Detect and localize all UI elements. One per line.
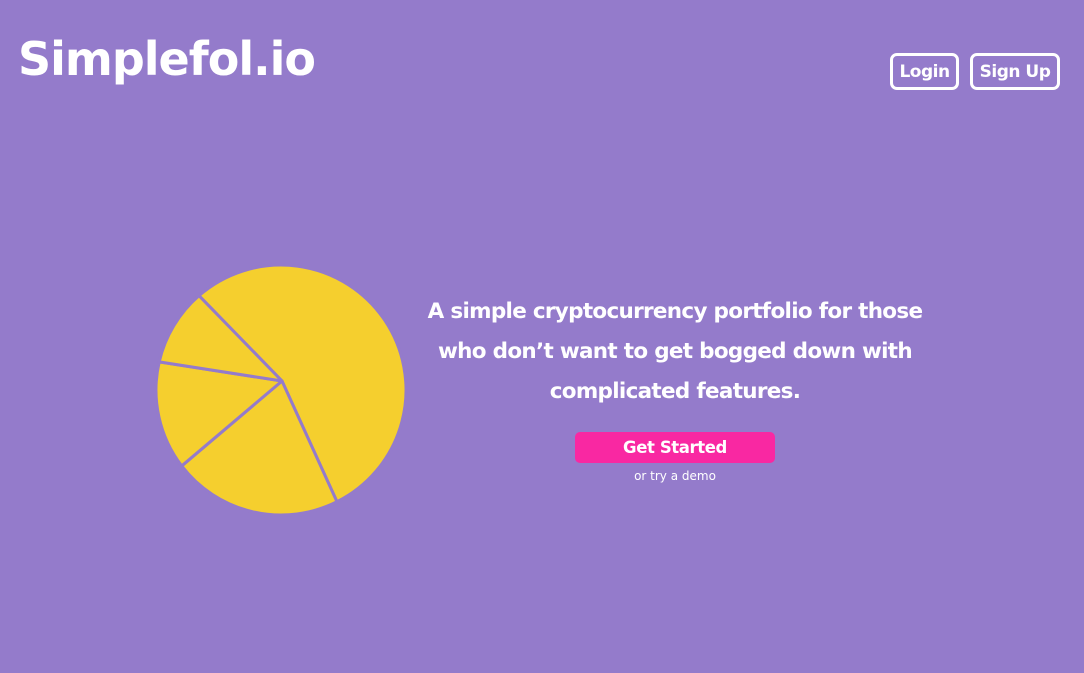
login-button[interactable]: Login — [890, 53, 959, 90]
brand-logo[interactable]: Simplefol.io — [18, 36, 316, 82]
hero-tagline: A simple cryptocurrency portfolio for th… — [427, 299, 923, 404]
try-demo-link[interactable]: or try a demo — [575, 469, 775, 483]
get-started-button[interactable]: Get Started — [575, 432, 775, 463]
pie-chart-illustration — [154, 263, 408, 517]
sign-up-button[interactable]: Sign Up — [970, 53, 1060, 90]
top-nav: Login Sign Up — [890, 53, 1060, 90]
